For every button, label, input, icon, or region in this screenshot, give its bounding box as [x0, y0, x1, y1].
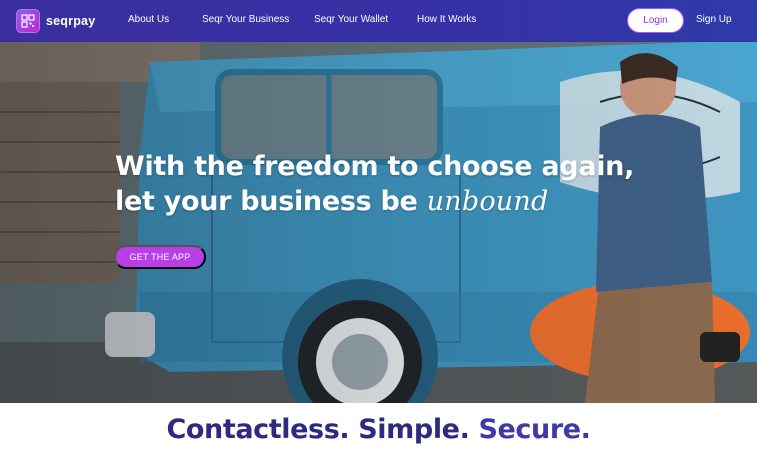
tagline-contactless: Contactless. — [166, 414, 350, 445]
tagline: Contactless. Simple. Secure. — [0, 414, 757, 445]
nav-link-about-us[interactable]: About Us — [128, 14, 169, 25]
tagline-secure: Secure. — [478, 414, 591, 445]
sign-up-link[interactable]: Sign Up — [696, 14, 732, 25]
tagline-simple: Simple. — [358, 414, 470, 445]
brand-name: seqrpay — [46, 14, 96, 28]
brand-logo[interactable]: seqrpay — [16, 9, 95, 33]
hero-section: With the freedom to choose again, let yo… — [0, 42, 757, 403]
top-navbar: seqrpay About Us Seqr Your Business Seqr… — [0, 0, 757, 42]
nav-link-seqr-your-business[interactable]: Seqr Your Business — [202, 14, 289, 25]
login-button[interactable]: Login — [627, 8, 684, 33]
hero-headline: With the freedom to choose again, let yo… — [115, 149, 634, 219]
get-the-app-button[interactable]: GET THE APP — [114, 245, 206, 269]
qr-grid-icon — [16, 9, 40, 33]
nav-link-seqr-your-wallet[interactable]: Seqr Your Wallet — [314, 14, 388, 25]
hero-headline-line1: With the freedom to choose again, — [115, 151, 635, 182]
hero-headline-line2: let your business be — [115, 186, 418, 217]
nav-link-how-it-works[interactable]: How It Works — [417, 14, 476, 25]
hero-headline-script-word: unbound — [426, 186, 549, 217]
hero-overlay — [0, 42, 757, 403]
